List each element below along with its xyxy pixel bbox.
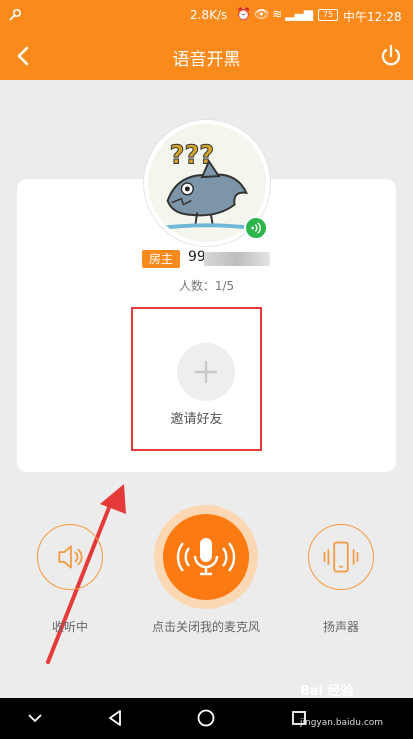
- status-bar: 2.8K/s ⏰ 👁 ≋ ▂▄▆ 75 中午12:28: [0, 0, 413, 32]
- plus-icon: [195, 361, 217, 383]
- nav-home-icon[interactable]: [195, 707, 217, 729]
- eye-icon: 👁: [253, 7, 270, 21]
- member-count: 人数：1/5: [178, 279, 235, 293]
- clock: 中午12:28: [343, 10, 402, 24]
- phone-vibrate-icon: [323, 541, 359, 573]
- invite-friend-button[interactable]: [177, 343, 235, 401]
- listen-toggle-button[interactable]: [37, 524, 103, 590]
- page-title: 语音开黑: [172, 50, 241, 70]
- microphone-label: 点击关闭我的麦克风: [151, 620, 260, 634]
- network-speed: 2.8K/s: [190, 8, 228, 22]
- alarm-icon: ⏰: [236, 7, 251, 21]
- host-badge: 房主: [142, 250, 180, 268]
- power-icon[interactable]: [377, 42, 405, 70]
- invite-friend-label[interactable]: 邀请好友: [131, 408, 262, 427]
- listen-label: 收听中: [51, 620, 88, 634]
- microphone-icon: [176, 538, 236, 576]
- speaker-label: 扬声器: [322, 620, 359, 634]
- key-icon: [9, 8, 22, 21]
- microphone-button[interactable]: [163, 514, 249, 600]
- volume-icon: [58, 545, 83, 569]
- blurred-name-mask: [204, 252, 270, 266]
- watermark-brand: Bai 经验: [300, 684, 354, 699]
- battery-indicator: 75: [318, 9, 338, 21]
- title-bar: 语音开黑: [0, 32, 413, 80]
- status-icons: ⏰ 👁 ≋ ▂▄▆: [236, 7, 313, 21]
- watermark-url: jingyan.baidu.com: [300, 718, 384, 728]
- signal-icon: ▂▄▆: [285, 7, 313, 21]
- voice-active-badge: [244, 216, 268, 240]
- chevron-down-icon[interactable]: [24, 707, 46, 729]
- sound-wave-icon: [251, 222, 261, 234]
- wifi-icon: ≋: [272, 7, 283, 21]
- speaker-toggle-button[interactable]: [308, 524, 374, 590]
- nav-back-icon[interactable]: [104, 707, 126, 729]
